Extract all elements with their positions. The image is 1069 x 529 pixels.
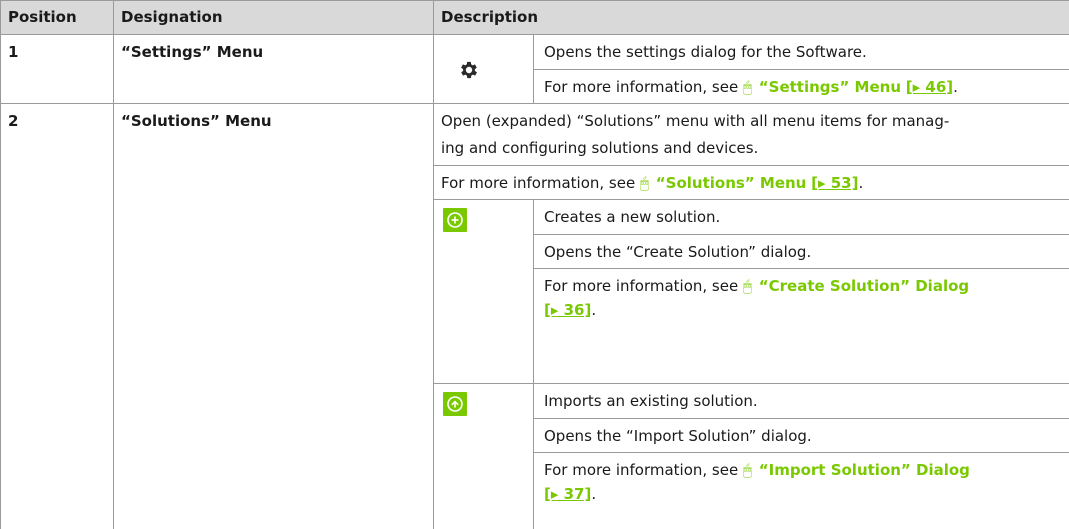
row2-text-border bbox=[433, 165, 1069, 166]
subitem1-more-prefix: For more information, see bbox=[544, 277, 739, 295]
mouse-icon: 🖱 bbox=[743, 277, 753, 295]
add-circle-icon bbox=[443, 208, 467, 232]
row1-icon-border bbox=[533, 34, 534, 103]
subitem2-more-info: For more information, see 🖱 “Import Solu… bbox=[544, 460, 970, 480]
subitem2-link-import-solution[interactable]: “Import Solution” Dialog bbox=[759, 461, 970, 479]
row1-more-prefix: For more information, see bbox=[544, 78, 739, 96]
row2-link-solutions-menu[interactable]: “Solutions” Menu bbox=[656, 174, 807, 192]
subitem1-link-ref-line: [▸ 36]. bbox=[544, 301, 597, 319]
row1-description: Opens the settings dialog for the Softwa… bbox=[544, 43, 867, 61]
row2-description-line1: Open (expanded) “Solutions” menu with al… bbox=[441, 112, 950, 130]
row2-more-border bbox=[433, 199, 1069, 200]
row1-inner-border bbox=[533, 69, 1069, 70]
row1-link-ref[interactable]: [▸ 46] bbox=[906, 78, 953, 96]
table-top-border bbox=[0, 0, 1069, 1]
mouse-icon: 🖱 bbox=[743, 78, 753, 96]
description-table: Position Designation Description 1 “Sett… bbox=[0, 0, 1069, 529]
subitem2-more-prefix: For more information, see bbox=[544, 461, 739, 479]
subitem2-line2: Opens the “Import Solution” dialog. bbox=[544, 427, 812, 445]
row2-designation: “Solutions” Menu bbox=[121, 112, 272, 130]
row1-designation: “Settings” Menu bbox=[121, 43, 264, 61]
gear-icon bbox=[461, 61, 477, 79]
row2-icon-border bbox=[533, 199, 534, 529]
upload-circle-icon bbox=[443, 392, 467, 416]
row1-more-info: For more information, see 🖱 “Settings” M… bbox=[544, 78, 958, 96]
subitem1-bottom-border bbox=[433, 383, 1069, 384]
row2-description-line2: ing and configuring solutions and device… bbox=[441, 139, 759, 157]
subitem2-link-ref[interactable]: [▸ 37] bbox=[544, 485, 591, 503]
col-designation-border bbox=[433, 0, 434, 529]
header-bottom-border bbox=[0, 34, 1069, 35]
subitem2-line1-border bbox=[533, 418, 1069, 419]
row2-more-info: For more information, see 🖱 “Solutions” … bbox=[441, 174, 864, 192]
subitem1-line1: Creates a new solution. bbox=[544, 208, 721, 226]
subitem1-link-ref[interactable]: [▸ 36] bbox=[544, 301, 591, 319]
subitem1-line1-border bbox=[533, 234, 1069, 235]
subitem1-line2: Opens the “Create Solution” dialog. bbox=[544, 243, 812, 261]
row1-bottom-border bbox=[0, 103, 1069, 104]
mouse-icon: 🖱 bbox=[743, 461, 753, 479]
subitem2-line1: Imports an existing solution. bbox=[544, 392, 758, 410]
subitem2-link-ref-line: [▸ 37]. bbox=[544, 485, 597, 503]
header-position: Position bbox=[8, 8, 77, 26]
row2-more-prefix: For more information, see bbox=[441, 174, 636, 192]
row2-position: 2 bbox=[8, 112, 19, 130]
subitem1-more-info: For more information, see 🖱 “Create Solu… bbox=[544, 276, 969, 296]
subitem1-line2-border bbox=[533, 268, 1069, 269]
subitem2-line2-border bbox=[533, 452, 1069, 453]
mouse-icon: 🖱 bbox=[640, 174, 650, 192]
table-left-border bbox=[0, 0, 1, 529]
header-designation: Designation bbox=[121, 8, 223, 26]
subitem1-link-create-solution[interactable]: “Create Solution” Dialog bbox=[759, 277, 969, 295]
row1-position: 1 bbox=[8, 43, 19, 61]
header-description: Description bbox=[441, 8, 539, 26]
row1-link-settings-menu[interactable]: “Settings” Menu bbox=[759, 78, 901, 96]
col-position-border bbox=[113, 0, 114, 529]
row2-link-ref[interactable]: [▸ 53] bbox=[811, 174, 858, 192]
